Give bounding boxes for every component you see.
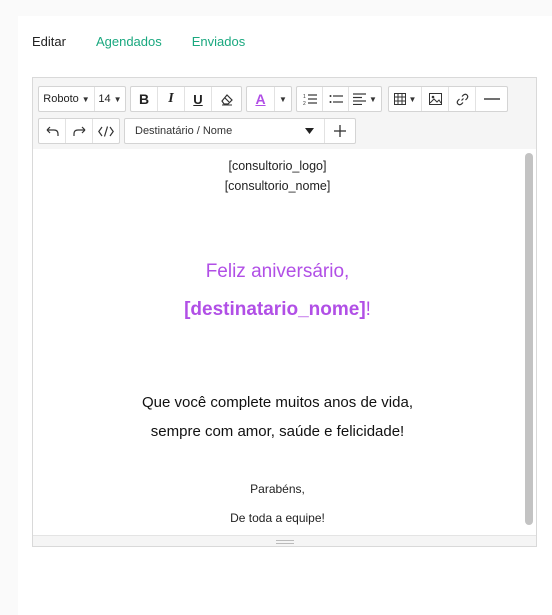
tab-enviados[interactable]: Enviados — [192, 34, 245, 50]
chevron-down-icon: ▼ — [279, 94, 287, 104]
greeting-text: Feliz aniversário, — [205, 261, 350, 282]
plus-icon — [334, 125, 346, 137]
rich-text-editor: Roboto ▼ 14 ▼ B I U A ▼ 12 ▼ ▼ Destinatá… — [32, 77, 537, 547]
link-button[interactable] — [449, 87, 476, 111]
recipient-tag: [destinatario_nome] — [184, 299, 366, 320]
font-size-value: 14 — [98, 93, 111, 105]
horizontal-rule-icon — [483, 98, 500, 100]
editor-content[interactable]: [consultorio_logo] [consultorio_nome] Fe… — [33, 149, 536, 535]
ordered-list-icon: 12 — [303, 94, 317, 106]
image-button[interactable] — [422, 87, 449, 111]
redo-button[interactable] — [66, 119, 93, 143]
chevron-down-icon: ▼ — [81, 94, 90, 104]
table-button[interactable]: ▼ — [389, 87, 422, 111]
chevron-down-icon — [305, 128, 314, 134]
name-tag: [consultorio_nome] — [224, 179, 331, 193]
eraser-icon — [220, 94, 233, 106]
placeholder-select-value: Destinatário / Nome — [135, 125, 233, 137]
resize-grip-icon[interactable] — [276, 540, 294, 544]
editor-scrollbar[interactable] — [522, 149, 536, 535]
closing-line-1: Parabéns, — [250, 482, 305, 496]
recipient-suffix: ! — [365, 299, 371, 320]
style-group: B I U — [130, 86, 242, 112]
font-color-label: A — [255, 90, 266, 107]
align-icon — [353, 93, 367, 105]
bold-button[interactable]: B — [131, 87, 158, 111]
editor-resize-bar[interactable] — [33, 535, 536, 546]
chevron-down-icon: ▼ — [113, 94, 122, 104]
horizontal-rule-button[interactable] — [476, 87, 507, 111]
undo-button[interactable] — [39, 119, 66, 143]
redo-icon — [72, 126, 85, 136]
history-group — [38, 118, 120, 144]
font-group: Roboto ▼ 14 ▼ — [38, 86, 126, 112]
font-size-select[interactable]: 14 ▼ — [95, 87, 125, 111]
undo-icon — [46, 126, 59, 136]
link-icon — [456, 93, 468, 105]
font-color-dropdown[interactable]: ▼ — [275, 87, 291, 111]
chevron-down-icon: ▼ — [408, 94, 417, 104]
logo-tag: [consultorio_logo] — [228, 159, 327, 173]
placeholder-group: Destinatário / Nome — [124, 118, 356, 144]
tab-bar: Editar Agendados Enviados — [32, 34, 245, 50]
color-group: A ▼ — [246, 86, 292, 112]
italic-button[interactable]: I — [158, 87, 185, 111]
message-line-2: sempre com amor, saúde e felicidade! — [150, 423, 405, 440]
recipient-line: [destinatario_nome]! — [33, 299, 522, 321]
svg-text:2: 2 — [303, 101, 306, 106]
chevron-down-icon: ▼ — [369, 94, 377, 104]
eraser-button[interactable] — [212, 87, 241, 111]
font-family-value: Roboto — [43, 93, 79, 105]
insert-placeholder-button[interactable] — [325, 119, 355, 143]
font-color-button[interactable]: A — [247, 87, 275, 111]
code-view-icon — [98, 125, 114, 137]
image-icon — [428, 93, 442, 105]
underline-button[interactable]: U — [185, 87, 212, 111]
paragraph-group: 12 ▼ — [296, 86, 382, 112]
tab-editar[interactable]: Editar — [32, 34, 66, 50]
scrollbar-thumb[interactable] — [525, 153, 533, 525]
unordered-list-icon — [329, 95, 343, 103]
editor-toolbar: Roboto ▼ 14 ▼ B I U A ▼ 12 ▼ ▼ Destinatá… — [33, 78, 536, 149]
font-family-select[interactable]: Roboto ▼ — [39, 87, 95, 111]
message-line-1: Que você complete muitos anos de vida, — [142, 394, 413, 411]
table-icon — [393, 93, 406, 105]
unordered-list-button[interactable] — [323, 87, 349, 111]
closing-line-2: De toda a equipe! — [230, 511, 325, 525]
code-view-button[interactable] — [93, 119, 119, 143]
insert-group: ▼ — [388, 86, 508, 112]
ordered-list-button[interactable]: 12 — [297, 87, 323, 111]
tab-agendados[interactable]: Agendados — [96, 34, 162, 50]
svg-text:1: 1 — [303, 94, 306, 100]
placeholder-select[interactable]: Destinatário / Nome — [125, 119, 325, 143]
align-button[interactable]: ▼ — [349, 87, 381, 111]
